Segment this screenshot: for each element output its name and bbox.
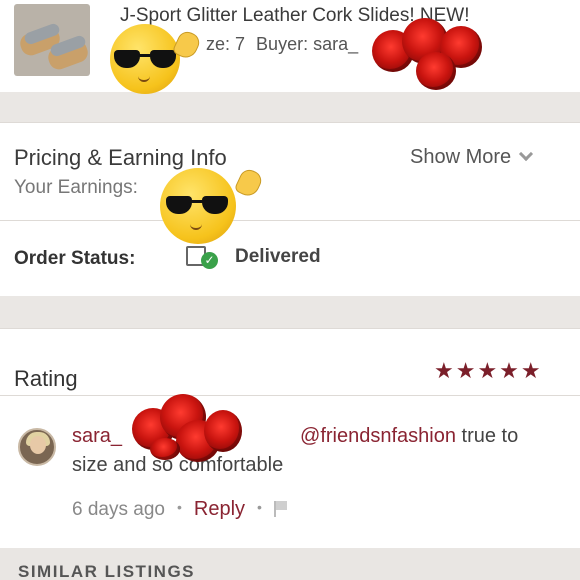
show-more-label: Show More [410, 146, 512, 168]
hand-sticker [233, 166, 265, 200]
flag-icon[interactable] [273, 501, 288, 517]
avatar[interactable] [18, 428, 56, 466]
separator-dot: • [176, 499, 182, 515]
section-gap [0, 92, 580, 122]
comment-meta: 6 days ago • Reply • [72, 498, 288, 521]
delivered-check-icon: ✓ [201, 252, 218, 269]
product-summary[interactable]: J-Sport Glitter Leather Cork Slides! NEW… [0, 0, 580, 92]
product-buyer: Buyer: sara_ [256, 34, 359, 54]
emoji-sunglasses-sticker [160, 168, 236, 244]
product-size: ze: 7 [206, 34, 246, 54]
similar-listings-title: SIMILAR LISTINGS [18, 562, 195, 580]
chevron-down-icon [519, 146, 534, 162]
order-status-value: Delivered [235, 246, 321, 267]
rating-stars: ★★★★★ [434, 358, 543, 383]
product-meta: ze: 7 Buyer: sara_ [206, 34, 364, 55]
comment-mention[interactable]: @friendsnfashion [300, 425, 456, 447]
product-thumbnail[interactable] [14, 4, 90, 76]
emoji-sunglasses-sticker [110, 24, 180, 94]
divider [0, 122, 580, 123]
reply-link[interactable]: Reply [194, 498, 245, 520]
divider [0, 220, 580, 221]
order-status-label: Order Status: [14, 248, 136, 269]
comment-text-1: true to [455, 425, 519, 447]
separator-dot: • [257, 499, 262, 515]
divider [0, 395, 580, 396]
divider [0, 328, 580, 329]
comment-time: 6 days ago [72, 499, 165, 520]
comment-author[interactable]: sara_ [72, 425, 122, 447]
rating-label: Rating [14, 366, 78, 391]
section-gap [0, 296, 580, 328]
comment-line-2: size and so comfortable [72, 454, 284, 476]
earnings-label: Your Earnings: [14, 177, 138, 198]
show-more-button[interactable]: Show More [410, 146, 534, 169]
